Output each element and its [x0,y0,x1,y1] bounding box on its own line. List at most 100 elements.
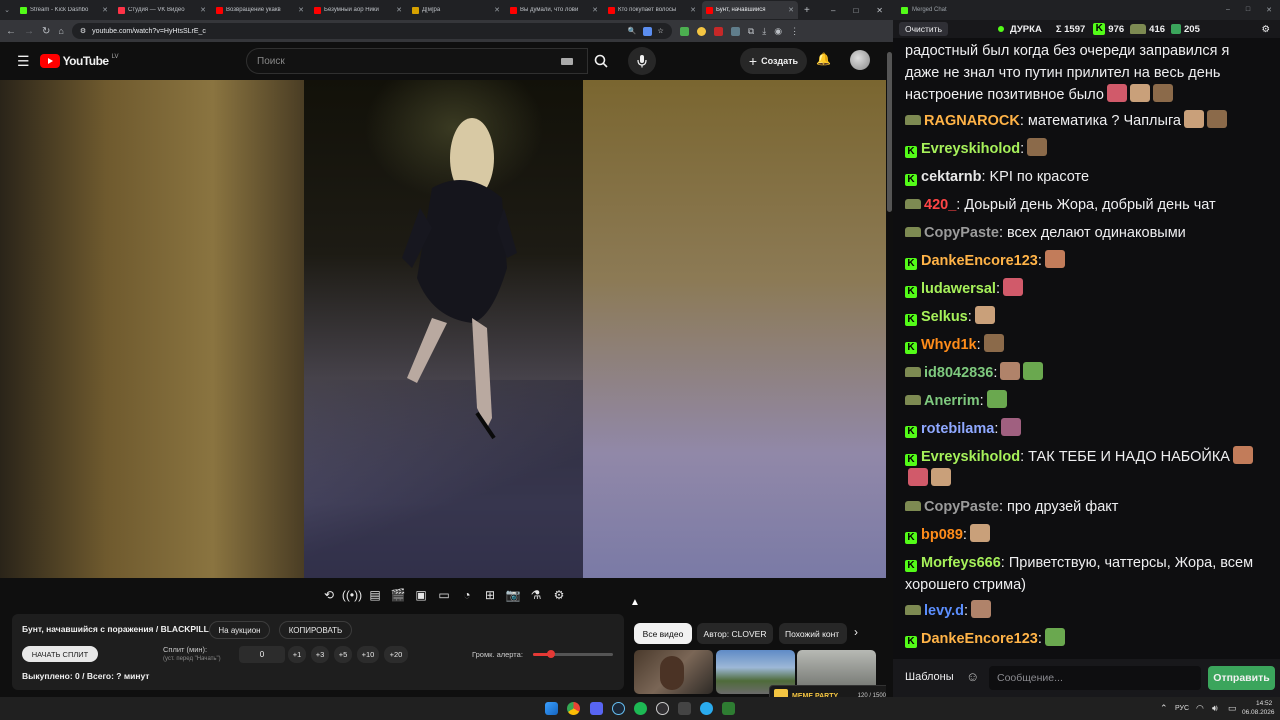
screenshot-camera-icon[interactable]: 📷 [504,587,522,603]
chat-username[interactable]: CopyPaste [924,499,999,515]
start-windows-icon[interactable] [545,702,558,715]
alert-volume-slider-knob[interactable] [546,650,555,658]
chat-username[interactable]: CopyPaste [924,225,999,241]
zoom-icon[interactable]: 🔍 [628,27,637,35]
chat-username[interactable]: levy.d [924,603,964,619]
chat-username[interactable]: 420_ [924,197,956,213]
menu-kebab-icon[interactable]: ⋮ [790,26,799,37]
page-scrollbar[interactable] [886,42,893,697]
start-split-button[interactable]: НАЧАТЬ СПЛИТ [22,646,98,662]
chat-username[interactable]: ludawersal [921,281,996,297]
templates-button[interactable]: Шаблоны [905,671,954,683]
tab-close-icon[interactable]: ✕ [102,6,108,14]
miniplayer-icon[interactable]: ▣ [412,587,430,603]
tab-close-icon[interactable]: ✕ [396,6,402,14]
chat-close-button[interactable]: ✕ [1266,6,1272,14]
steam-icon[interactable] [612,702,625,715]
chip-similar[interactable]: Похожий конт [779,623,847,644]
extension-icon-3[interactable] [713,26,723,36]
browser-tab-4[interactable]: Д[м]ра ✕ [408,1,504,19]
tab-close-icon[interactable]: ✕ [592,6,598,14]
battery-icon[interactable]: ▭ [1228,703,1237,714]
bookmark-star-icon[interactable]: ☆ [658,27,664,35]
chat-minimize-button[interactable]: – [1226,6,1230,14]
create-button[interactable]: + Создать [740,48,807,74]
increment-1-button[interactable]: +1 [288,646,306,663]
chat-maximize-button[interactable]: □ [1246,6,1250,14]
browser-tab-5[interactable]: Вы думали, что лови ✕ [506,1,602,19]
tab-close-icon[interactable]: ✕ [298,6,304,14]
chevron-right-icon[interactable]: › [854,625,858,639]
minimize-button[interactable]: – [831,6,835,15]
new-tab-button[interactable]: + [804,5,810,16]
search-button[interactable] [588,48,614,74]
address-bar[interactable]: ⚙ youtube.com/watch?v=HyHtsSLrE_c 🔍 ☆ [71,23,672,39]
site-info-icon[interactable]: ⚙ [80,27,86,35]
increment-5-button[interactable]: +5 [334,646,352,663]
loop-icon[interactable]: ⟲ [320,587,338,603]
settings-gear-icon[interactable]: ⚙ [550,587,568,603]
youtube-logo[interactable]: YouTube LV [39,54,119,68]
split-minutes-input[interactable]: 0 [239,646,285,663]
maximize-button[interactable]: □ [853,6,858,15]
app-icon-2[interactable] [722,702,735,715]
chat-username[interactable]: Whyd1k [921,337,977,353]
chat-username[interactable]: Anerrim [924,393,980,409]
telegram-icon[interactable] [700,702,713,715]
profile-icon[interactable]: ◉ [774,26,782,37]
browser-tab-1[interactable]: Студия — VK Видео ✕ [114,1,210,19]
playlist-icon[interactable]: ▤ [366,587,384,603]
add-to-queue-icon[interactable]: ⊞ [481,587,499,603]
close-window-button[interactable]: ✕ [876,6,883,15]
copy-button[interactable]: КОПИРОВАТЬ [279,621,352,639]
tab-close-icon[interactable]: ✕ [788,6,794,14]
avatar[interactable] [850,50,870,70]
chat-settings-gear-icon[interactable]: ⚙ [1261,24,1270,35]
extension-icon-1[interactable] [679,26,689,36]
browser-tab-6[interactable]: Кто покупает волосы ✕ [604,1,700,19]
language-indicator[interactable]: РУС [1175,705,1189,712]
alert-volume-slider[interactable] [533,650,613,658]
clock-time[interactable]: 14:52 [1256,700,1272,707]
translate-icon[interactable] [642,26,652,36]
discord-icon[interactable] [590,702,603,715]
chat-username[interactable]: cektarnb [921,169,981,185]
chat-username[interactable]: Selkus [921,309,968,325]
tab-close-icon[interactable]: ✕ [494,6,500,14]
chat-username[interactable]: Evreyskiholod [921,449,1020,465]
tray-chevron-icon[interactable]: ⌃ [1160,703,1168,714]
keyboard-icon[interactable] [561,58,573,65]
thumbnail-1[interactable] [634,650,713,694]
tab-close-icon[interactable]: ✕ [200,6,206,14]
browser-tab-2[interactable]: Возвращение укакв ✕ [212,1,308,19]
browser-tab-0[interactable]: Stream - Kick Dashbo ✕ [16,1,112,19]
chat-username[interactable]: RAGNAROCK [924,113,1020,129]
chrome-icon[interactable] [567,702,580,715]
browser-tab-7[interactable]: Бунт, начавшийся ✕ [702,1,798,19]
chat-username[interactable]: DankeEncore123 [921,631,1038,647]
speed-icon[interactable]: ◔ [458,587,476,603]
chat-message-list[interactable]: радостный был когда без очереди заправил… [893,38,1280,659]
chat-username[interactable]: id8042836 [924,365,993,381]
home-icon[interactable]: ⌂ [58,26,63,36]
clapper-icon[interactable]: 🎬 [389,587,407,603]
browser-tab-3[interactable]: Безумный аор Ники ✕ [310,1,406,19]
clock-date[interactable]: 06.08.2026 [1242,709,1275,716]
subtitles-icon[interactable]: ▭ [435,587,453,603]
broadcast-icon[interactable]: ((•)) [342,587,362,603]
chat-message-input[interactable]: Сообщение... [989,666,1201,690]
chat-username[interactable]: rotebilama [921,421,994,437]
chat-scrollbar[interactable] [1276,38,1280,659]
reload-icon[interactable]: ↻ [42,26,50,37]
extension-icon-2[interactable] [696,26,706,36]
search-input[interactable]: Поиск [246,48,588,74]
voice-search-button[interactable] [628,47,656,75]
clear-chat-button[interactable]: Очистить [899,22,949,36]
hamburger-menu-icon[interactable]: ☰ [17,53,30,70]
increment-20-button[interactable]: +20 [384,646,408,663]
tab-search-icon[interactable]: ⌄ [0,6,14,14]
chat-username[interactable]: Morfeys666 [921,555,1001,571]
downloads-icon[interactable]: ⤓ [762,26,766,37]
chip-author[interactable]: Автор: CLOVER [697,623,773,644]
flask-icon[interactable]: ⚗ [527,587,545,603]
